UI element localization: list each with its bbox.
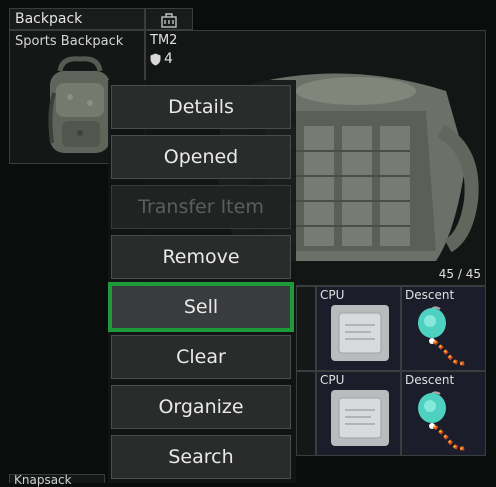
descent-pendant-image bbox=[418, 391, 467, 451]
cpu-chip-image bbox=[331, 305, 389, 361]
descent-item-label: Descent bbox=[405, 288, 455, 302]
descent-pendant-image bbox=[418, 306, 467, 366]
backpack-grid-icon bbox=[161, 13, 177, 28]
descent-item-cell[interactable]: Descent bbox=[401, 371, 486, 456]
cpu-chip-image bbox=[331, 390, 389, 446]
empty-grid-cell[interactable] bbox=[296, 371, 316, 456]
menu-item-remove[interactable]: Remove bbox=[111, 235, 291, 279]
menu-item-organize[interactable]: Organize bbox=[111, 385, 291, 429]
descent-item-label: Descent bbox=[405, 373, 455, 387]
backpack-section-header: Backpack bbox=[9, 8, 145, 30]
empty-grid-cell[interactable] bbox=[296, 286, 316, 371]
menu-item-details[interactable]: Details bbox=[111, 85, 291, 129]
menu-item-transfer-item: Transfer Item bbox=[111, 185, 291, 229]
backpack-item-name: Sports Backpack bbox=[15, 34, 124, 49]
armor-name-label: TM2 bbox=[150, 33, 178, 48]
cpu-item-cell[interactable]: CPU bbox=[316, 286, 401, 371]
cpu-item-cell[interactable]: CPU bbox=[316, 371, 401, 456]
backpack-header-label: Backpack bbox=[15, 11, 83, 27]
armor-class-value: 4 bbox=[164, 51, 173, 67]
knapsack-header-label: Knapsack bbox=[14, 473, 72, 487]
descent-item-cell[interactable]: Descent bbox=[401, 286, 486, 371]
knapsack-section-header: Knapsack bbox=[9, 473, 105, 487]
item-context-menu: Details Opened Transfer Item Remove Sell… bbox=[108, 80, 296, 483]
menu-item-opened[interactable]: Opened bbox=[111, 135, 291, 179]
menu-item-clear[interactable]: Clear bbox=[111, 335, 291, 379]
armor-class-indicator: 4 bbox=[150, 51, 173, 67]
shield-icon bbox=[150, 53, 161, 65]
backpack-inventory-tab[interactable] bbox=[145, 8, 193, 30]
menu-item-sell[interactable]: Sell bbox=[111, 285, 291, 329]
menu-item-search[interactable]: Search bbox=[111, 435, 291, 479]
armor-durability: 45 / 45 bbox=[438, 267, 481, 281]
